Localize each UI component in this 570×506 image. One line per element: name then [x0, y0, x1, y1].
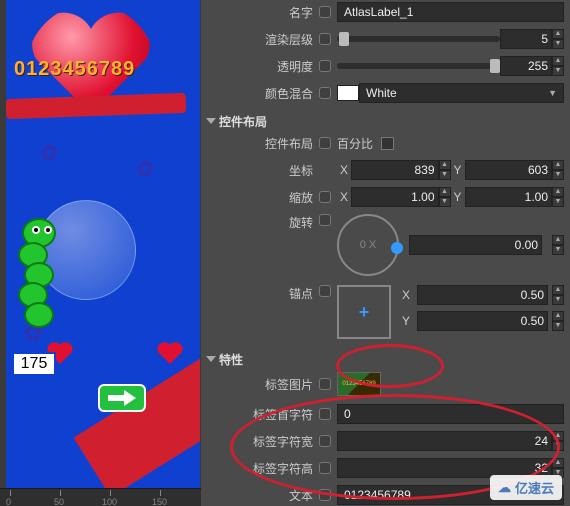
disclosure-triangle-icon [206, 118, 216, 124]
keyframe-toggle[interactable] [319, 137, 331, 149]
coord-x-field[interactable]: 839 [351, 160, 439, 180]
section-feature-header[interactable]: 特性 [203, 349, 564, 369]
spinner[interactable]: ▲▼ [552, 160, 564, 180]
opacity-value[interactable]: 255 [500, 56, 552, 76]
watermark: ☁ 亿速云 [490, 475, 562, 500]
keyframe-toggle[interactable] [319, 60, 331, 72]
ribbon-sprite [6, 93, 186, 119]
zorder-value[interactable]: 5 [500, 29, 552, 49]
blend-value: White [366, 86, 397, 100]
blend-label: 颜色混合 [203, 85, 319, 102]
scale-label: 缩放 [203, 189, 319, 206]
section-layout-header[interactable]: 控件布局 [203, 111, 564, 131]
scale-y-field[interactable]: 1.00 [465, 187, 553, 207]
y-axis-label: Y [451, 163, 465, 177]
name-field[interactable] [337, 2, 564, 22]
charheight-label: 标签字符高 [203, 460, 319, 477]
blend-select[interactable]: White ▼ [359, 83, 564, 103]
scene-canvas[interactable]: 0123456789 ✿ ✿ ✿ 175 [6, 0, 200, 490]
spinner[interactable]: ▲▼ [552, 311, 564, 331]
x-axis-label: X [337, 163, 351, 177]
spinner[interactable]: ▲▼ [439, 160, 451, 180]
spinner[interactable]: ▲▼ [552, 235, 564, 255]
rotation-dial[interactable]: 0 X [337, 214, 399, 276]
keyframe-toggle[interactable] [319, 489, 331, 501]
labelimage-thumb[interactable]: 0123456789 [337, 372, 381, 396]
arrow-button[interactable] [98, 384, 146, 412]
spinner[interactable]: ▲▼ [552, 285, 564, 305]
disclosure-triangle-icon [206, 356, 216, 362]
keyframe-toggle[interactable] [319, 191, 331, 203]
score-badge[interactable]: 175 [12, 352, 56, 376]
spinner[interactable]: ▲▼ [552, 29, 564, 49]
keyframe-toggle[interactable] [319, 33, 331, 45]
coord-y-field[interactable]: 603 [465, 160, 553, 180]
arrow-right-icon [106, 389, 138, 407]
atlas-label-digits[interactable]: 0123456789 [14, 58, 135, 81]
spinner[interactable]: ▲▼ [439, 187, 451, 207]
firstchar-label: 标签首字符 [203, 406, 319, 423]
flower-icon: ✿ [40, 140, 64, 164]
zorder-slider[interactable] [337, 36, 500, 42]
layout-label: 控件布局 [203, 135, 319, 152]
flower-icon: ✿ [136, 156, 160, 180]
keyframe-toggle[interactable] [319, 214, 331, 226]
chevron-down-icon: ▼ [548, 88, 557, 98]
corner-ribbon [74, 353, 200, 490]
percent-checkbox[interactable] [381, 137, 394, 150]
x-axis-label: X [337, 190, 351, 204]
color-swatch[interactable] [337, 85, 359, 101]
opacity-slider[interactable] [337, 63, 500, 69]
inspector-panel: 名字 渲染层级 5 ▲▼ 透明度 255 ▲▼ 颜色混合 White ▼ [201, 0, 570, 506]
percent-label: 百分比 [337, 135, 373, 152]
anchor-label: 锚点 [203, 285, 319, 302]
keyframe-toggle[interactable] [319, 6, 331, 18]
spinner[interactable]: ▲▼ [552, 56, 564, 76]
timeline-ruler[interactable]: 0 50 100 150 [0, 488, 201, 506]
coord-label: 坐标 [203, 162, 319, 179]
charwidth-field[interactable]: 24 [337, 431, 552, 451]
text-label: 文本 [203, 487, 319, 504]
anchor-picker[interactable]: + [337, 285, 391, 339]
spinner[interactable]: ▲▼ [552, 431, 564, 451]
rotate-label: 旋转 [203, 214, 319, 231]
anchor-y-field[interactable]: 0.50 [417, 311, 548, 331]
rotation-handle-icon [391, 242, 403, 254]
anchor-x-field[interactable]: 0.50 [417, 285, 548, 305]
zorder-label: 渲染层级 [203, 31, 319, 48]
keyframe-toggle[interactable] [319, 285, 331, 297]
scale-x-field[interactable]: 1.00 [351, 187, 439, 207]
anchor-cross-icon: + [359, 302, 370, 323]
rotate-value-field[interactable]: 0.00 [409, 235, 542, 255]
keyframe-toggle[interactable] [319, 462, 331, 474]
caterpillar-sprite [12, 218, 68, 338]
name-label: 名字 [203, 4, 319, 21]
labelimage-label: 标签图片 [203, 376, 319, 393]
spinner[interactable]: ▲▼ [552, 187, 564, 207]
y-axis-label: Y [451, 190, 465, 204]
cloud-icon: ☁ [498, 480, 511, 496]
keyframe-toggle[interactable] [319, 87, 331, 99]
charwidth-label: 标签字符宽 [203, 433, 319, 450]
preview-pane: 0123456789 ✿ ✿ ✿ 175 0 50 100 150 [0, 0, 201, 506]
keyframe-toggle[interactable] [319, 408, 331, 420]
keyframe-toggle[interactable] [319, 435, 331, 447]
keyframe-toggle[interactable] [319, 378, 331, 390]
heart-small-icon [156, 340, 184, 364]
opacity-label: 透明度 [203, 58, 319, 75]
firstchar-field[interactable] [337, 404, 564, 424]
